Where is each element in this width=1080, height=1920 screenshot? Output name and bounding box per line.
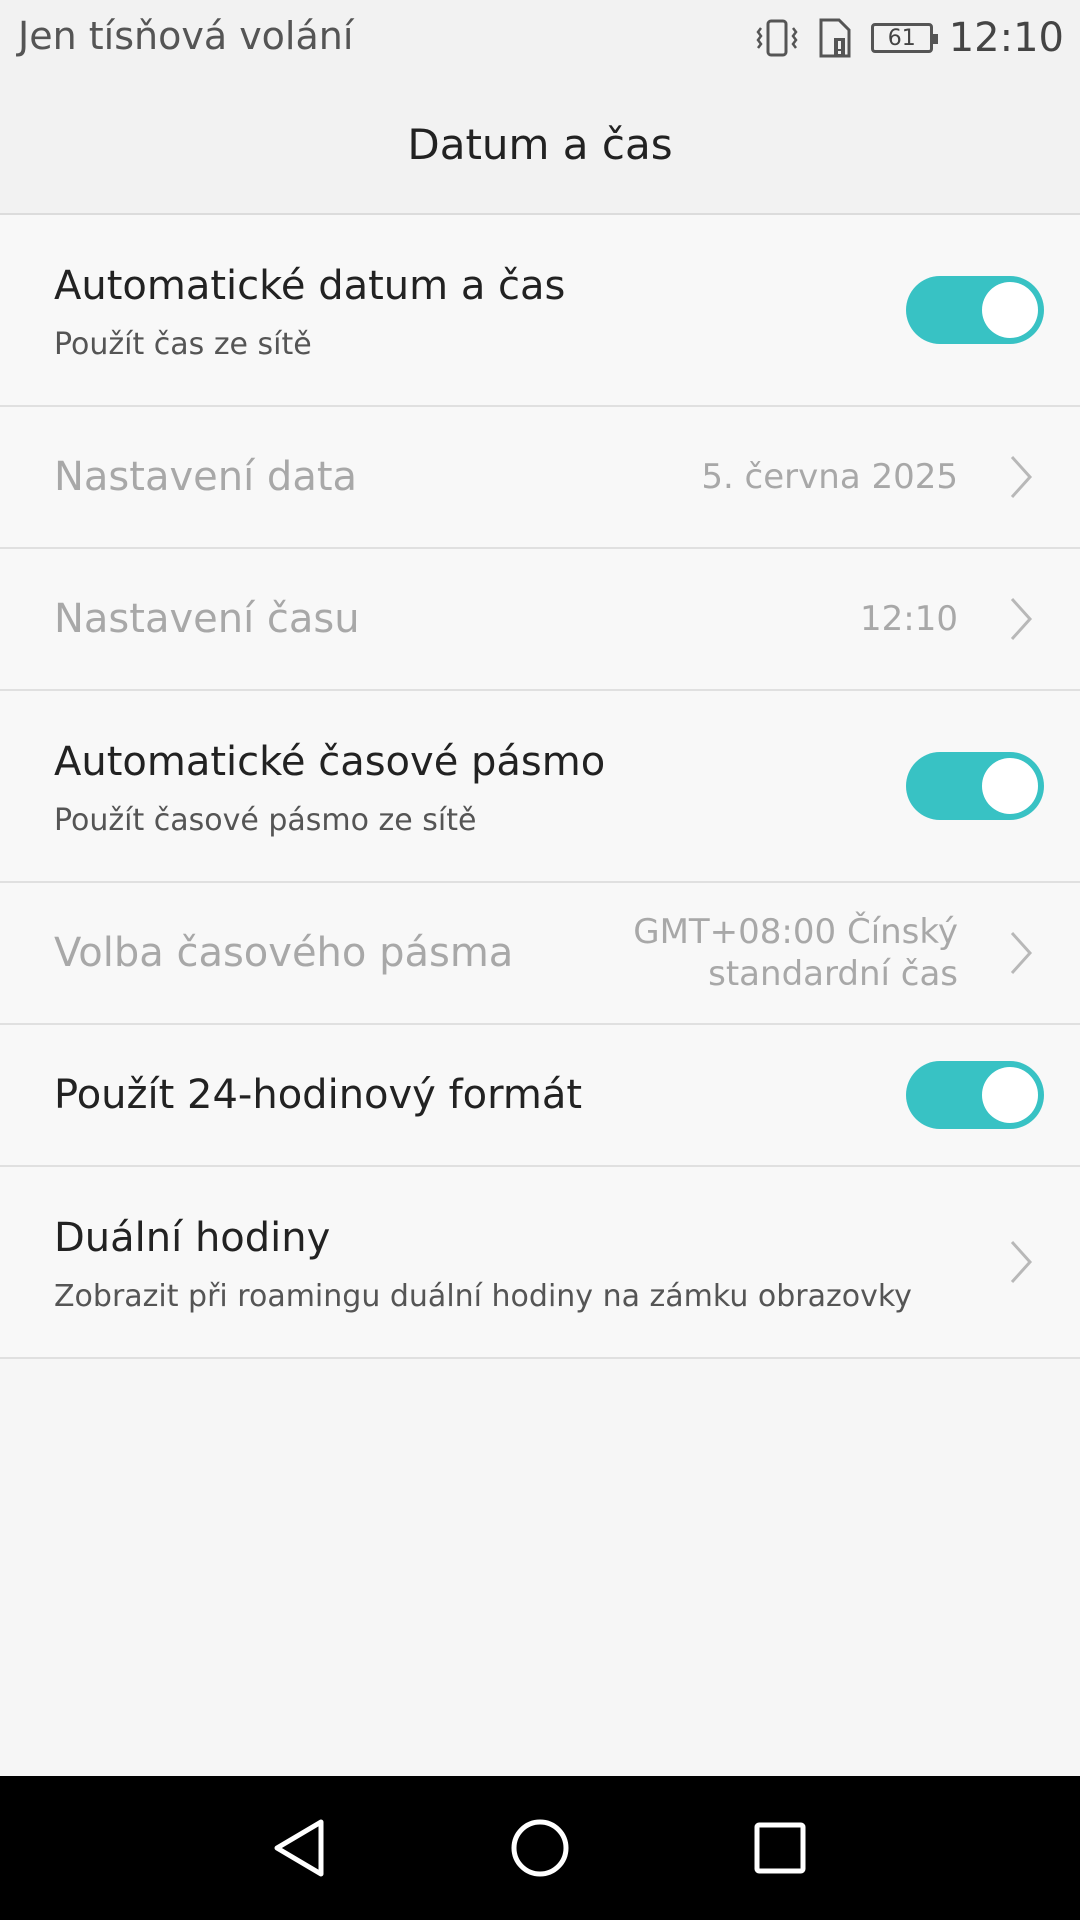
chevron-right-icon — [1010, 931, 1033, 975]
set-time-row[interactable]: Nastavení času 12:10 — [0, 549, 1080, 691]
status-time: 12:10 — [948, 15, 1064, 61]
battery-icon: 61 — [870, 23, 938, 53]
toggle-knob — [982, 282, 1038, 338]
timezone-value-line1: GMT+08:00 Čínský — [633, 912, 958, 952]
auto-datetime-subtitle: Použít čas ze sítě — [54, 327, 312, 362]
vibrate-icon — [756, 19, 798, 57]
auto-datetime-title: Automatické datum a čas — [54, 263, 566, 309]
timezone-title: Volba časového pásma — [54, 930, 514, 976]
format-24h-toggle[interactable] — [906, 1061, 1044, 1129]
set-date-value: 5. června 2025 — [701, 457, 958, 497]
status-icons: 61 12:10 — [755, 10, 1064, 66]
timezone-row[interactable]: Volba časového pásma GMT+08:00 Čínský st… — [0, 883, 1080, 1025]
toggle-knob — [982, 758, 1038, 814]
title-bar: Datum a čas — [0, 75, 1080, 215]
auto-timezone-subtitle: Použít časové pásmo ze sítě — [54, 803, 477, 838]
toggle-knob — [982, 1067, 1038, 1123]
carrier-text: Jen tísňová volání — [18, 14, 354, 58]
status-bar: Jen tísňová volání 61 12:10 — [0, 0, 1080, 75]
settings-list: Automatické datum a čas Použít čas ze sí… — [0, 215, 1080, 1359]
sim-alert-icon — [819, 18, 851, 58]
back-icon[interactable] — [255, 1806, 345, 1890]
timezone-value-line2: standardní čas — [708, 954, 958, 994]
dual-clock-subtitle: Zobrazit při roamingu duální hodiny na z… — [54, 1279, 912, 1314]
page-title: Datum a čas — [407, 119, 673, 169]
auto-datetime-row[interactable]: Automatické datum a čas Použít čas ze sí… — [0, 215, 1080, 407]
auto-timezone-row[interactable]: Automatické časové pásmo Použít časové p… — [0, 691, 1080, 883]
set-time-title: Nastavení času — [54, 596, 360, 642]
navigation-bar — [0, 1776, 1080, 1920]
home-icon[interactable] — [495, 1806, 585, 1890]
auto-datetime-toggle[interactable] — [906, 276, 1044, 344]
format-24h-title: Použít 24-hodinový formát — [54, 1072, 583, 1118]
set-time-value: 12:10 — [860, 599, 958, 639]
chevron-right-icon — [1010, 455, 1033, 499]
timezone-value: GMT+08:00 Čínský standardní čas — [633, 911, 958, 995]
set-date-row[interactable]: Nastavení data 5. června 2025 — [0, 407, 1080, 549]
battery-level: 61 — [887, 25, 916, 51]
set-date-title: Nastavení data — [54, 454, 358, 500]
auto-timezone-title: Automatické časové pásmo — [54, 739, 606, 785]
chevron-right-icon — [1010, 597, 1033, 641]
auto-timezone-toggle[interactable] — [906, 752, 1044, 820]
dual-clock-row[interactable]: Duální hodiny Zobrazit při roamingu duál… — [0, 1167, 1080, 1359]
chevron-right-icon — [1010, 1240, 1033, 1284]
dual-clock-title: Duální hodiny — [54, 1215, 331, 1261]
recents-icon[interactable] — [735, 1806, 825, 1890]
format-24h-row[interactable]: Použít 24-hodinový formát — [0, 1025, 1080, 1167]
